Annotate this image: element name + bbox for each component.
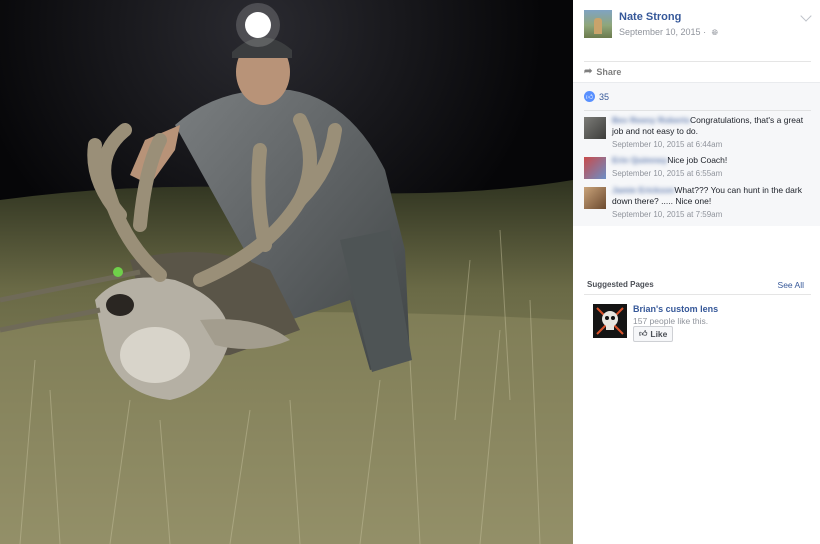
suggested-page-logo[interactable] [593,304,627,338]
like-page-button[interactable]: 👍︎ Like [633,326,674,342]
header-divider [584,61,811,62]
like-button-label: Like [650,329,668,339]
post-date-text[interactable]: September 10, 2015 [619,27,701,37]
comment-body: Bev Reeny RobertsCongratulations, that's… [612,115,810,150]
comment-body: Erin QuimneyNice job Coach! September 10… [612,155,810,179]
chevron-down-icon[interactable] [800,10,812,22]
comment-item: Bev Reeny RobertsCongratulations, that's… [584,115,809,151]
thumbs-up-icon: 👍︎ [639,329,648,338]
share-button[interactable]: ➦ Share [584,66,621,77]
comment-timestamp[interactable]: September 10, 2015 at 6:55am [612,168,810,179]
commenter-name[interactable]: Erin Quimney [612,155,667,166]
commenter-name[interactable]: Bev Reeny Roberts [612,115,690,126]
suggested-pages-title: Suggested Pages [587,280,654,289]
comments-section: 👍︎ 35 Bev Reeny RobertsCongratulations, … [573,82,820,226]
commenter-avatar[interactable] [584,117,606,139]
post-photo[interactable] [0,0,573,544]
comment-text: Nice job Coach! [667,155,728,165]
hunting-photo [0,0,573,544]
post-header: Nate Strong September 10, 2015 · 🌐︎ [573,0,820,52]
comment-item: Erin QuimneyNice job Coach! September 10… [584,155,809,183]
see-all-link[interactable]: See All [778,280,804,290]
globe-icon: 🌐︎ [711,28,718,37]
commenter-avatar[interactable] [584,187,606,209]
likes-count[interactable]: 35 [599,92,609,102]
share-arrow-icon: ➦ [584,66,593,77]
suggested-page-likes: 157 people like this. [633,316,709,326]
commenter-avatar[interactable] [584,157,606,179]
post-sidebar: Nate Strong September 10, 2015 · 🌐︎ ➦ Sh… [573,0,820,544]
skull-logo-icon [593,304,627,338]
likes-summary[interactable]: 👍︎ 35 [584,91,609,102]
suggested-divider [584,294,811,295]
share-label: Share [596,66,622,77]
suggested-page-name[interactable]: Brian's custom lens [633,304,718,314]
comment-body: Jamie EricksonWhat??? You can hunt in th… [612,185,810,220]
comment-timestamp[interactable]: September 10, 2015 at 7:59am [612,209,810,220]
post-date[interactable]: September 10, 2015 · 🌐︎ [619,27,718,38]
thumbs-up-icon: 👍︎ [584,91,595,102]
date-separator: · [703,27,707,37]
author-avatar[interactable] [584,10,612,38]
likes-divider [584,110,811,111]
author-name[interactable]: Nate Strong [619,11,681,23]
comment-item: Jamie EricksonWhat??? You can hunt in th… [584,185,809,221]
comment-timestamp[interactable]: September 10, 2015 at 6:44am [612,139,810,150]
commenter-name[interactable]: Jamie Erickson [612,185,674,196]
